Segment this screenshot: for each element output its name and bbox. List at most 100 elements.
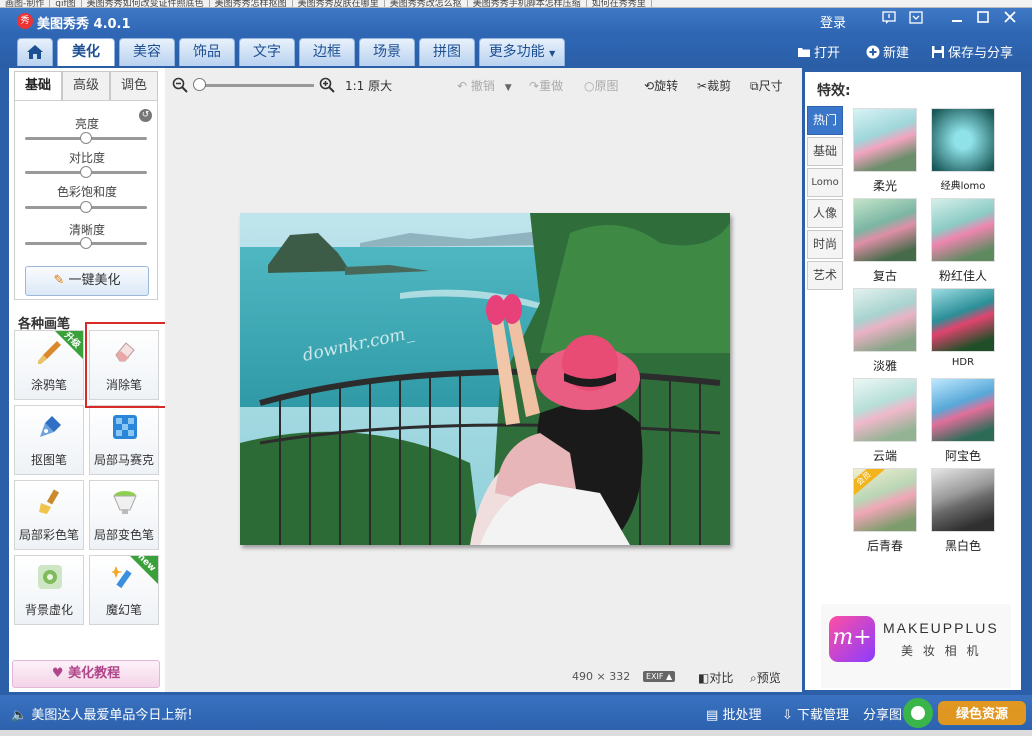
zoom-out-icon[interactable] bbox=[172, 77, 188, 93]
slider-knob[interactable] bbox=[80, 237, 92, 249]
original-image-button[interactable]: ○原图 bbox=[584, 77, 619, 94]
tab-text[interactable]: 文字 bbox=[239, 38, 295, 66]
subtab-basic[interactable]: 基础 bbox=[14, 71, 62, 101]
saturation-slider[interactable] bbox=[25, 201, 147, 213]
minimize-icon[interactable] bbox=[946, 11, 968, 29]
share-button[interactable]: 分享图 bbox=[863, 704, 902, 723]
tutorial-label: 美化教程 bbox=[68, 666, 121, 681]
effect-black-white[interactable]: 黑白色 bbox=[927, 468, 999, 556]
download-icon: ⇩ bbox=[782, 708, 793, 723]
skin-icon[interactable] bbox=[905, 11, 927, 29]
zoom-in-icon[interactable] bbox=[319, 77, 335, 93]
slider-knob[interactable] bbox=[80, 201, 92, 213]
category-fashion[interactable]: 时尚 bbox=[807, 230, 843, 259]
tool-local-color-pen[interactable]: 局部彩色笔 bbox=[14, 480, 84, 550]
browser-tab[interactable]: 如何在秀秀里 bbox=[587, 0, 652, 7]
browser-tab[interactable]: 美图秀秀如何改变证件照底色 bbox=[82, 0, 210, 7]
tool-local-recolor-pen[interactable]: 局部变色笔 bbox=[89, 480, 159, 550]
category-basic[interactable]: 基础 bbox=[807, 137, 843, 166]
effect-classic-lomo[interactable]: 经典lomo bbox=[927, 108, 999, 196]
mosaic-icon bbox=[113, 415, 137, 439]
effect-retro[interactable]: 复古 bbox=[849, 198, 921, 286]
category-portrait[interactable]: 人像 bbox=[807, 199, 843, 228]
bottom-strip bbox=[0, 730, 1032, 736]
image-width: 490 bbox=[572, 670, 593, 683]
tab-beauty[interactable]: 美容 bbox=[119, 38, 175, 66]
new-button[interactable]: 新建 bbox=[866, 42, 909, 61]
contrast-slider[interactable] bbox=[25, 166, 147, 178]
news-ticker[interactable]: 🔈 美图达人最爱单品今日上新! bbox=[11, 704, 193, 723]
feedback-icon[interactable] bbox=[878, 11, 900, 29]
status-bar: 🔈 美图达人最爱单品今日上新! ▤ 批处理 ⇩ 下载管理 分享图 绿色资源 bbox=[0, 695, 1032, 730]
undo-button[interactable]: ↶ 撤销 ▼ bbox=[457, 77, 512, 94]
cutout-pen-icon bbox=[40, 416, 61, 437]
effect-soft-light[interactable]: 柔光 bbox=[849, 108, 921, 196]
brightness-slider[interactable] bbox=[25, 132, 147, 144]
effect-pink-lady[interactable]: 粉红佳人 bbox=[927, 198, 999, 286]
browser-tab[interactable]: 美图秀秀手机脚本怎样压缩 bbox=[468, 0, 587, 7]
tool-background-blur[interactable]: 背景虚化 bbox=[14, 555, 84, 625]
tool-cutout-pen[interactable]: 抠图笔 bbox=[14, 405, 84, 475]
redo-button[interactable]: ↷重做 bbox=[529, 77, 563, 94]
tab-frame[interactable]: 边框 bbox=[299, 38, 355, 66]
slider-knob[interactable] bbox=[80, 166, 92, 178]
crop-button[interactable]: ✂裁剪 bbox=[697, 77, 731, 94]
effect-youth[interactable]: 会员 后青春 bbox=[849, 468, 921, 556]
tab-collage[interactable]: 拼图 bbox=[419, 38, 475, 66]
subtab-color[interactable]: 调色 bbox=[110, 71, 158, 101]
maximize-icon[interactable] bbox=[972, 11, 994, 29]
compare-button[interactable]: ◧对比 bbox=[698, 669, 733, 686]
chevron-down-icon: ▼ bbox=[504, 83, 512, 93]
save-share-button[interactable]: 保存与分享 bbox=[931, 42, 1013, 61]
photo-canvas[interactable]: downkr.com_ bbox=[240, 213, 730, 545]
tool-doodle-pen[interactable]: 升级 涂鸦笔 bbox=[14, 330, 84, 400]
tool-magic-pen[interactable]: new 魔幻笔 bbox=[89, 552, 159, 625]
zoom-slider-knob[interactable] bbox=[193, 78, 206, 91]
effect-label: 后青春 bbox=[866, 539, 903, 553]
canvas-area: 1:1 原大 ↶ 撤销 ▼ ↷重做 ○原图 ⟲旋转 ✂裁剪 ⧉尺寸 downkr… bbox=[165, 68, 802, 692]
tool-local-mosaic[interactable]: 局部马赛克 bbox=[89, 405, 159, 475]
browser-tab[interactable]: gif图 bbox=[50, 0, 82, 7]
makeupplus-ad[interactable]: m+ MAKEUPPLUS 美 妆 相 机 bbox=[821, 604, 1011, 688]
home-tab[interactable] bbox=[17, 38, 53, 66]
batch-process-button[interactable]: ▤ 批处理 bbox=[706, 704, 761, 723]
exif-button[interactable]: EXIF ▲ bbox=[643, 671, 676, 682]
download-label: 下载管理 bbox=[797, 708, 850, 723]
open-label: 打开 bbox=[814, 46, 841, 61]
open-button[interactable]: 打开 bbox=[797, 42, 840, 61]
original-size-button[interactable]: 1:1 原大 bbox=[345, 77, 392, 94]
browser-tab[interactable]: 美图秀秀怎样抠图 bbox=[210, 0, 293, 7]
login-link[interactable]: 登录 bbox=[820, 12, 846, 31]
category-art[interactable]: 艺术 bbox=[807, 261, 843, 290]
redo-icon: ↷ bbox=[529, 79, 540, 93]
browser-tab[interactable]: 美图秀秀改怎么抠 bbox=[385, 0, 468, 7]
rotate-button[interactable]: ⟲旋转 bbox=[644, 77, 678, 94]
zoom-slider[interactable] bbox=[196, 84, 314, 87]
effect-abao-color[interactable]: 阿宝色 bbox=[927, 378, 999, 466]
redo-label: 重做 bbox=[539, 79, 564, 93]
tab-beautify[interactable]: 美化 bbox=[57, 38, 115, 66]
effect-thumbnail bbox=[931, 468, 995, 532]
effect-thumbnail bbox=[931, 198, 995, 262]
tab-scene[interactable]: 场景 bbox=[359, 38, 415, 66]
effect-hdr[interactable]: HDR bbox=[927, 288, 999, 376]
browser-tab[interactable]: 画图-制作 bbox=[0, 0, 51, 7]
browser-tab[interactable]: 美图秀秀皮肤在哪里 bbox=[293, 0, 385, 7]
tab-more-features[interactable]: 更多功能 ▼ bbox=[479, 38, 565, 66]
green-resource-watermark-logo: 绿色资源 bbox=[900, 695, 1032, 730]
preview-button[interactable]: ⌕预览 bbox=[750, 669, 781, 686]
beautify-tutorial-button[interactable]: ♥ 美化教程 bbox=[12, 660, 160, 688]
subtab-advanced[interactable]: 高级 bbox=[62, 71, 110, 101]
tab-accessories[interactable]: 饰品 bbox=[179, 38, 235, 66]
effect-elegant[interactable]: 淡雅 bbox=[849, 288, 921, 376]
resize-button[interactable]: ⧉尺寸 bbox=[750, 77, 783, 94]
speaker-icon: 🔈 bbox=[11, 708, 28, 723]
category-hot[interactable]: 热门 bbox=[807, 106, 843, 135]
slider-knob[interactable] bbox=[80, 132, 92, 144]
one-click-beautify-button[interactable]: ✎ 一键美化 bbox=[25, 266, 149, 296]
sharpness-slider[interactable] bbox=[25, 237, 147, 249]
download-manager-button[interactable]: ⇩ 下载管理 bbox=[782, 704, 849, 723]
effect-cloud[interactable]: 云端 bbox=[849, 378, 921, 466]
close-icon[interactable] bbox=[999, 11, 1021, 29]
category-lomo[interactable]: Lomo bbox=[807, 168, 843, 197]
